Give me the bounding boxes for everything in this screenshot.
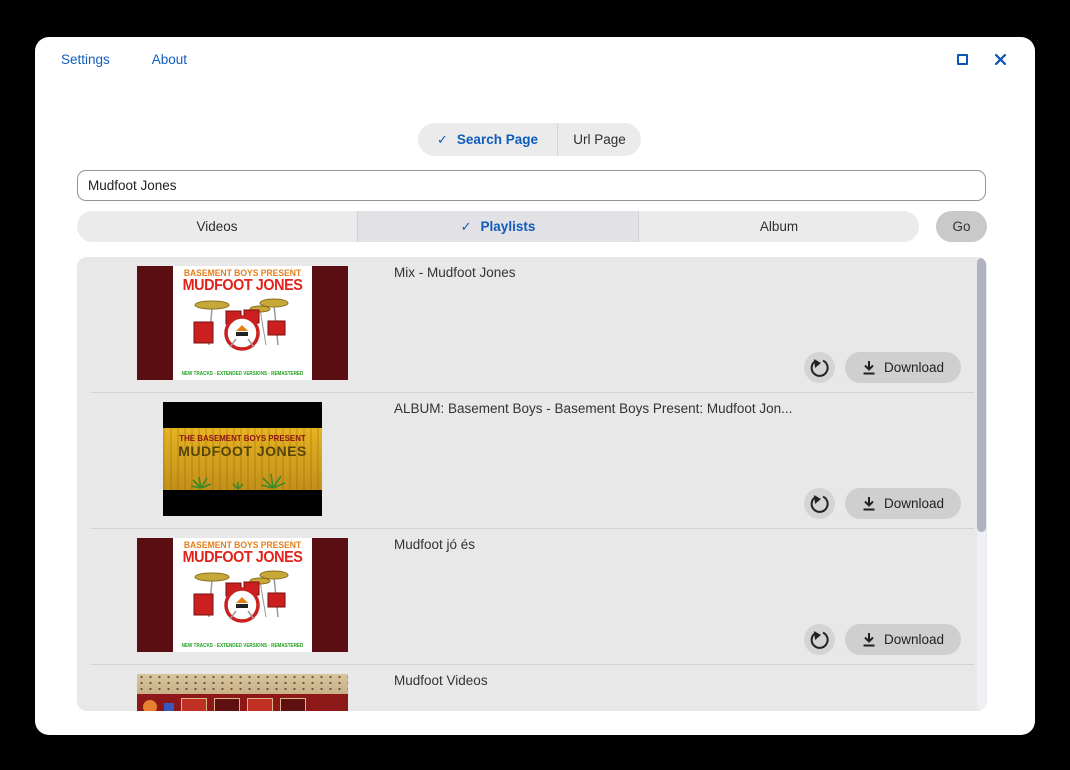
scrollbar-track[interactable]: [977, 258, 986, 710]
toggle-url-page-label: Url Page: [573, 132, 626, 147]
toggle-url-page[interactable]: Url Page: [558, 123, 641, 156]
download-button[interactable]: Download: [845, 352, 961, 383]
cover-title-text: MUDFOOT JONES: [180, 278, 305, 294]
result-row: Mudfoot Videos Download: [77, 665, 987, 711]
preview-button[interactable]: [804, 624, 835, 655]
maximize-icon[interactable]: [957, 54, 968, 65]
close-icon[interactable]: [994, 53, 1007, 66]
result-title: Mix - Mudfoot Jones: [394, 265, 516, 280]
result-thumbnail: THE BASEMENT BOYS PRESENT MUDFOOT JONES: [163, 402, 322, 516]
page-mode-toggle: ✓ Search Page Url Page: [418, 123, 641, 156]
drum-kit-art: [182, 567, 304, 623]
window-controls: [957, 53, 1007, 66]
check-icon: ✓: [437, 132, 448, 148]
toggle-search-page-label: Search Page: [457, 132, 538, 147]
preview-button[interactable]: [804, 352, 835, 383]
result-title: Mudfoot Videos: [394, 673, 488, 688]
result-row: BASEMENT BOYS PRESENT MUDFOOT JONES: [77, 529, 987, 665]
tab-videos-label: Videos: [196, 219, 237, 234]
result-thumbnail: [137, 674, 348, 711]
download-button[interactable]: Download: [845, 488, 961, 519]
download-button[interactable]: Download: [845, 624, 961, 655]
preview-icon: [810, 358, 829, 377]
tab-playlists[interactable]: ✓ Playlists: [357, 211, 638, 242]
cover-footer-text: NEW TRACKS - EXTENDED VERSIONS - REMASTE…: [179, 643, 307, 649]
app-window: Settings About ✓ Search Page Url Page Vi…: [35, 37, 1035, 735]
go-button[interactable]: Go: [936, 211, 987, 242]
tab-album-label: Album: [760, 219, 798, 234]
download-icon: [862, 632, 876, 647]
tab-playlists-label: Playlists: [481, 219, 536, 234]
go-button-label: Go: [952, 219, 970, 234]
preview-icon: [810, 494, 829, 513]
cover-title-text: MUDFOOT JONES: [180, 550, 305, 566]
tab-album[interactable]: Album: [638, 211, 919, 242]
result-title: Mudfoot jó és: [394, 537, 475, 552]
download-icon: [862, 496, 876, 511]
download-button-label: Download: [884, 632, 944, 647]
cover-footer-text: NEW TRACKS - EXTENDED VERSIONS - REMASTE…: [179, 371, 307, 377]
download-icon: [862, 360, 876, 375]
toggle-search-page[interactable]: ✓ Search Page: [418, 123, 558, 156]
result-title: ALBUM: Basement Boys - Basement Boys Pre…: [394, 401, 792, 416]
cover-header-text: THE BASEMENT BOYS PRESENT: [169, 433, 317, 443]
venue-posters-art: [137, 694, 348, 711]
drum-kit-art: [182, 295, 304, 351]
menu-settings[interactable]: Settings: [61, 52, 110, 67]
tab-videos[interactable]: Videos: [77, 211, 357, 242]
menu-bar: Settings About: [61, 52, 187, 67]
result-row: BASEMENT BOYS PRESENT MUDFOOT JONES: [77, 257, 987, 393]
preview-icon: [810, 630, 829, 649]
search-input[interactable]: [77, 170, 986, 201]
venue-ceiling-art: [137, 674, 348, 694]
result-thumbnail: BASEMENT BOYS PRESENT MUDFOOT JONES: [137, 266, 348, 380]
menu-about[interactable]: About: [152, 52, 187, 67]
download-button-label: Download: [884, 496, 944, 511]
results-list: BASEMENT BOYS PRESENT MUDFOOT JONES: [77, 257, 987, 711]
download-button-label: Download: [884, 360, 944, 375]
cover-title-text: MUDFOOT JONES: [163, 443, 322, 459]
result-thumbnail: BASEMENT BOYS PRESENT MUDFOOT JONES: [137, 538, 348, 652]
preview-button[interactable]: [804, 488, 835, 519]
result-row: THE BASEMENT BOYS PRESENT MUDFOOT JONES …: [77, 393, 987, 529]
scrollbar-thumb[interactable]: [977, 258, 986, 532]
check-icon: ✓: [461, 219, 472, 235]
palm-leaves-art: [163, 460, 322, 490]
result-type-tabs: Videos ✓ Playlists Album: [77, 211, 919, 242]
